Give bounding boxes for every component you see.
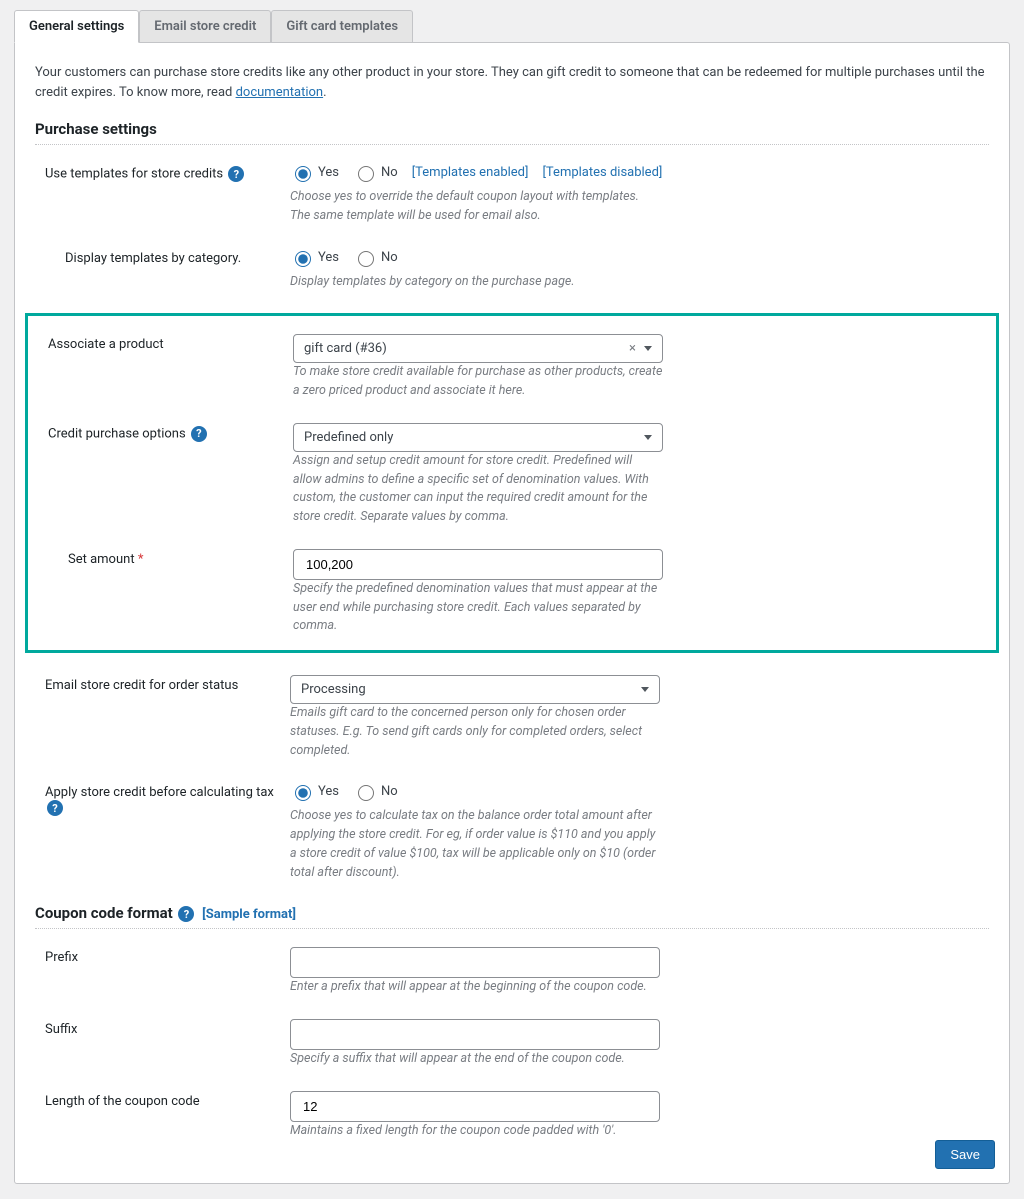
help-icon[interactable]: ? bbox=[47, 800, 63, 816]
sample-format-link[interactable]: [Sample format] bbox=[202, 907, 296, 922]
tab-general-settings[interactable]: General settings bbox=[14, 10, 139, 43]
length-desc: Maintains a fixed length for the coupon … bbox=[290, 1122, 660, 1141]
length-label: Length of the coupon code bbox=[35, 1091, 290, 1109]
radio-yes-label: Yes bbox=[318, 250, 339, 265]
associate-product-value: gift card (#36) bbox=[304, 341, 387, 356]
radio-no-label: No bbox=[381, 165, 398, 180]
radio-yes-label: Yes bbox=[318, 784, 339, 799]
set-amount-input[interactable] bbox=[304, 556, 652, 573]
credit-options-label: Credit purchase options ? bbox=[38, 423, 293, 442]
chevron-down-icon[interactable] bbox=[641, 687, 649, 692]
settings-tabs: General settings Email store credit Gift… bbox=[0, 0, 1024, 43]
apply-tax-desc: Choose yes to calculate tax on the balan… bbox=[290, 807, 660, 882]
use-templates-yes[interactable] bbox=[295, 166, 311, 182]
credit-options-desc: Assign and setup credit amount for store… bbox=[293, 452, 663, 527]
radio-no-label: No bbox=[381, 784, 398, 799]
set-amount-desc: Specify the predefined denomination valu… bbox=[293, 580, 663, 636]
tab-gift-card-templates[interactable]: Gift card templates bbox=[271, 10, 413, 43]
display-cat-desc: Display templates by category on the pur… bbox=[290, 273, 660, 292]
suffix-label: Suffix bbox=[35, 1019, 290, 1037]
section-purchase-settings: Purchase settings bbox=[35, 120, 989, 145]
prefix-desc: Enter a prefix that will appear at the b… bbox=[290, 978, 660, 997]
help-icon[interactable]: ? bbox=[228, 166, 244, 182]
credit-options-value: Predefined only bbox=[304, 430, 393, 445]
save-button[interactable]: Save bbox=[935, 1140, 995, 1169]
display-cat-no[interactable] bbox=[358, 251, 374, 267]
associate-product-select[interactable]: gift card (#36) × bbox=[293, 334, 663, 363]
prefix-label: Prefix bbox=[35, 947, 290, 965]
templates-disabled-link[interactable]: [Templates disabled] bbox=[542, 165, 662, 180]
help-icon[interactable]: ? bbox=[178, 906, 194, 922]
email-status-select[interactable]: Processing bbox=[290, 675, 660, 704]
help-icon[interactable]: ? bbox=[191, 426, 207, 442]
intro-text: Your customers can purchase store credit… bbox=[35, 63, 989, 102]
email-status-desc: Emails gift card to the concerned person… bbox=[290, 704, 660, 760]
apply-before-tax-label: Apply store credit before calculating ta… bbox=[35, 782, 290, 816]
section-coupon-format: Coupon code format ? [Sample format] bbox=[35, 904, 989, 929]
associate-product-label: Associate a product bbox=[38, 334, 293, 352]
templates-enabled-link[interactable]: [Templates enabled] bbox=[412, 165, 529, 180]
intro-part1: Your customers can purchase store credit… bbox=[35, 65, 985, 100]
display-cat-yes[interactable] bbox=[295, 251, 311, 267]
display-by-cat-label: Display templates by category. bbox=[35, 248, 290, 266]
settings-panel: Your customers can purchase store credit… bbox=[14, 42, 1010, 1184]
suffix-desc: Specify a suffix that will appear at the… bbox=[290, 1050, 660, 1069]
use-templates-label: Use templates for store credits ? bbox=[35, 163, 290, 182]
tab-email-store-credit[interactable]: Email store credit bbox=[139, 10, 271, 43]
intro-part2: . bbox=[323, 85, 326, 100]
suffix-input[interactable] bbox=[301, 1026, 649, 1043]
radio-yes-label: Yes bbox=[318, 165, 339, 180]
email-status-label: Email store credit for order status bbox=[35, 675, 290, 693]
set-amount-input-wrapper bbox=[293, 549, 663, 580]
use-templates-no[interactable] bbox=[358, 166, 374, 182]
apply-tax-no[interactable] bbox=[358, 785, 374, 801]
chevron-down-icon[interactable] bbox=[644, 346, 652, 351]
clear-icon[interactable]: × bbox=[629, 341, 636, 356]
associate-desc: To make store credit available for purch… bbox=[293, 363, 663, 401]
credit-options-select[interactable]: Predefined only bbox=[293, 423, 663, 452]
documentation-link[interactable]: documentation bbox=[236, 85, 324, 100]
set-amount-label: Set amount * bbox=[38, 549, 293, 567]
length-input[interactable] bbox=[301, 1098, 649, 1115]
radio-no-label: No bbox=[381, 250, 398, 265]
chevron-down-icon[interactable] bbox=[644, 435, 652, 440]
apply-tax-yes[interactable] bbox=[295, 785, 311, 801]
email-status-value: Processing bbox=[301, 682, 366, 697]
prefix-input[interactable] bbox=[301, 954, 649, 971]
highlighted-section: Associate a product gift card (#36) × To… bbox=[25, 313, 999, 653]
use-templates-desc: Choose yes to override the default coupo… bbox=[290, 188, 660, 226]
